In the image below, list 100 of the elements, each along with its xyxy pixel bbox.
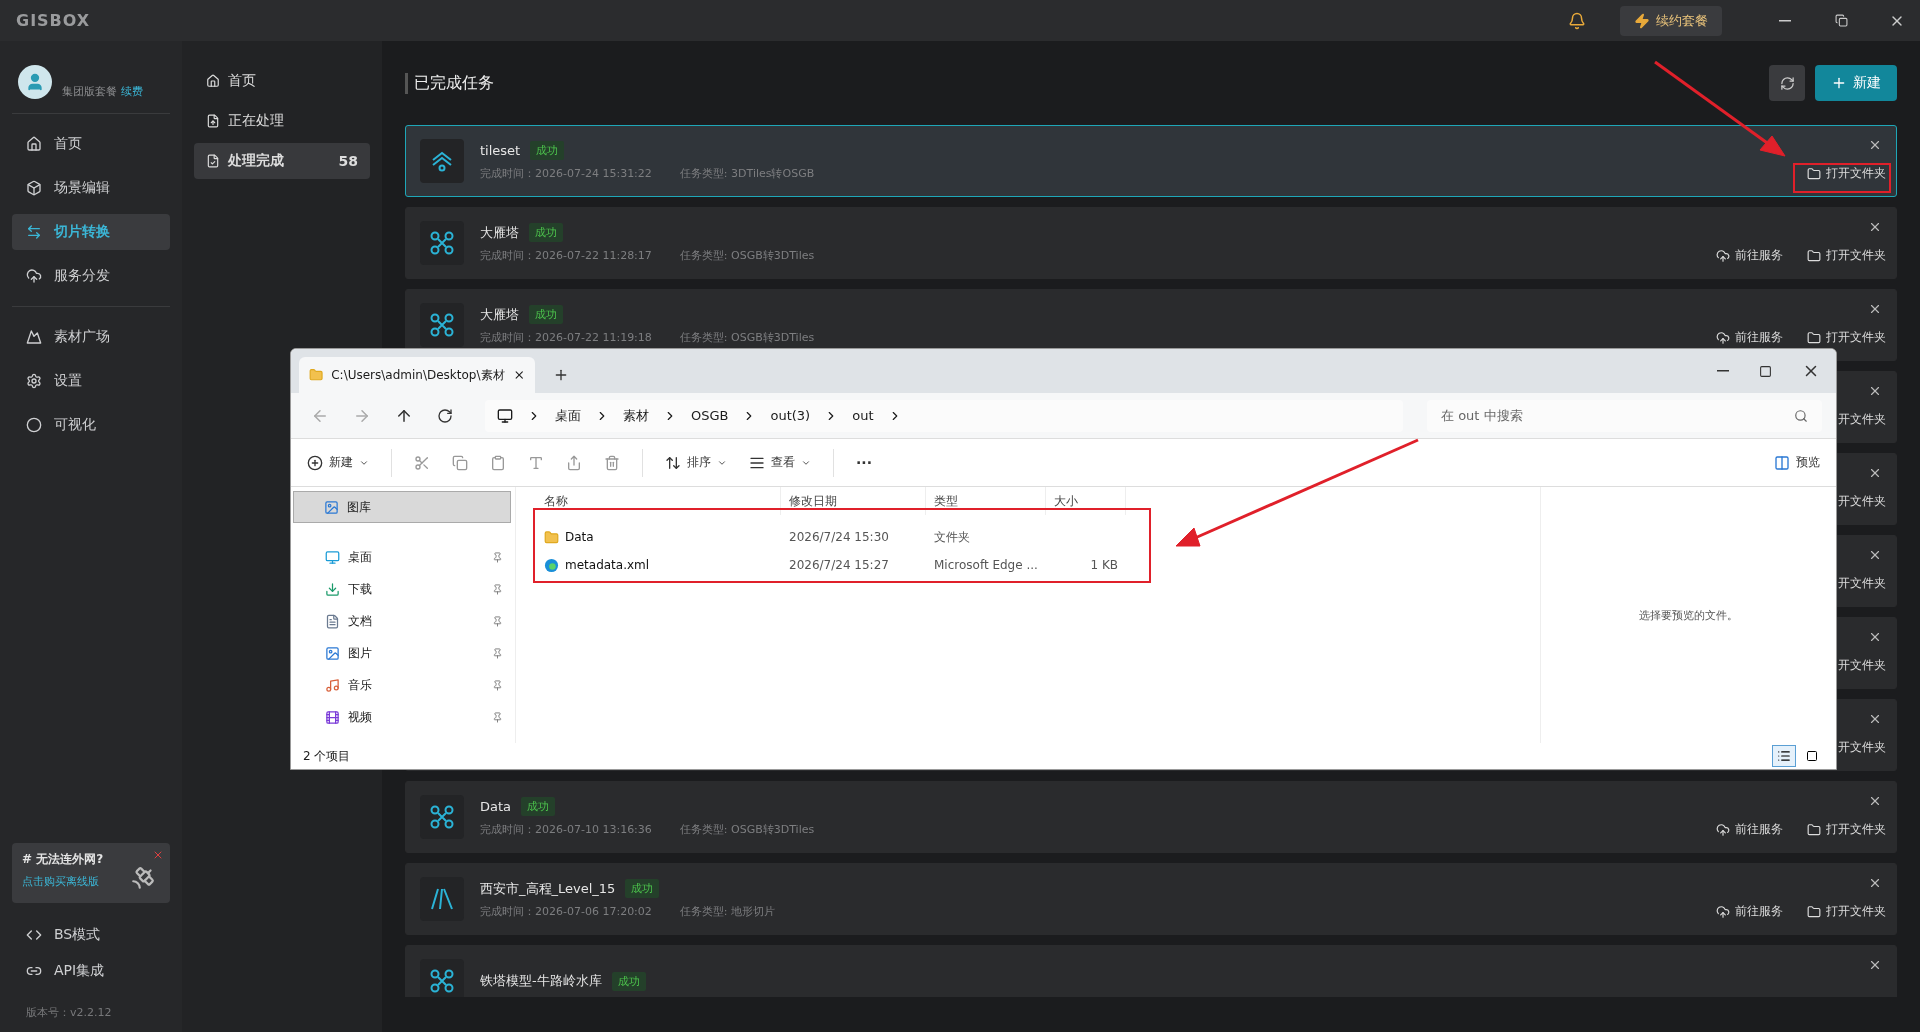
navigation-item[interactable]: 文档 <box>293 605 511 637</box>
restore-icon <box>1834 14 1848 27</box>
renew-button[interactable]: 续约套餐 <box>1620 5 1722 36</box>
nav-item[interactable]: BS模式 <box>12 917 170 953</box>
navigation-item[interactable]: 视频 <box>293 701 511 733</box>
breadcrumb-item[interactable]: out(3) <box>770 408 811 423</box>
copy-icon[interactable] <box>452 454 468 471</box>
go-to-service-button[interactable]: 前往服务 <box>1716 903 1783 920</box>
file-name[interactable]: metadata.xml <box>536 551 781 579</box>
close-button[interactable] <box>1868 384 1882 398</box>
go-to-service-button[interactable]: 前往服务 <box>1716 821 1783 838</box>
task-name: 西安市_高程_Level_15 <box>480 879 616 898</box>
folder-icon <box>544 529 559 545</box>
subnav-item[interactable]: 正在处理 <box>194 103 370 139</box>
task-card[interactable]: 铁塔模型-牛路岭水库 成功 <box>405 945 1897 997</box>
status-badge: 成功 <box>611 971 646 991</box>
search-field[interactable]: 在 out 中搜索 <box>1427 399 1822 432</box>
drone-icon <box>429 312 455 338</box>
new-button[interactable]: 新建 <box>307 454 369 471</box>
breadcrumb-item[interactable]: 桌面 <box>555 406 581 425</box>
task-type: 任务类型: 地形切片 <box>679 904 776 919</box>
file-check-icon <box>206 154 220 168</box>
circle-icon <box>26 417 42 433</box>
close-button[interactable] <box>1868 302 1882 316</box>
column-header[interactable]: 大小 <box>1046 487 1126 515</box>
version-label: 版本号：v2.2.12 <box>25 1005 113 1020</box>
close-button[interactable] <box>1868 138 1882 152</box>
close-icon <box>1868 466 1882 480</box>
open-folder-button[interactable]: 开文件夹 <box>1838 493 1886 510</box>
column-header[interactable]: 修改日期 <box>781 487 926 515</box>
open-folder-button[interactable]: 打开文件夹 <box>1807 821 1886 838</box>
open-folder-button[interactable]: 开文件夹 <box>1838 739 1886 756</box>
open-folder-button[interactable]: 打开文件夹 <box>1807 165 1886 182</box>
close-icon <box>1868 958 1882 972</box>
view-button[interactable]: 查看 <box>749 454 811 471</box>
new-tab-button[interactable] <box>553 367 569 383</box>
rename-icon[interactable] <box>528 454 544 471</box>
refresh-button[interactable] <box>437 407 453 424</box>
nav-item[interactable]: 首页 <box>12 126 170 162</box>
paste-icon[interactable] <box>490 454 506 471</box>
open-folder-button[interactable]: 开文件夹 <box>1838 575 1886 592</box>
buy-offline-link[interactable]: 点击购买离线版 <box>22 874 99 889</box>
nav-item[interactable]: 切片转换 <box>12 214 170 250</box>
details-view-button[interactable] <box>1772 745 1796 767</box>
column-header[interactable]: 类型 <box>926 487 1046 515</box>
sort-button[interactable]: 排序 <box>665 454 727 471</box>
nav-item[interactable]: 场景编辑 <box>12 170 170 206</box>
open-folder-button[interactable]: 开文件夹 <box>1838 657 1886 674</box>
close-button[interactable] <box>1868 548 1882 562</box>
go-to-service-button[interactable]: 前往服务 <box>1716 247 1783 264</box>
subnav-item[interactable]: 处理完成 58 <box>194 143 370 179</box>
subnav-item[interactable]: 首页 <box>194 63 370 99</box>
breadcrumb-item[interactable]: 素材 <box>623 406 649 425</box>
navigation-item[interactable]: 图片 <box>293 637 511 669</box>
nav-item[interactable]: API集成 <box>12 953 170 989</box>
preview-button[interactable]: 预览 <box>1774 454 1820 471</box>
open-folder-button[interactable]: 打开文件夹 <box>1807 903 1886 920</box>
task-name: 大雁塔 <box>480 305 519 324</box>
refresh-button[interactable] <box>1769 65 1805 101</box>
breadcrumb-item[interactable]: OSGB <box>691 408 729 423</box>
file-name[interactable]: Data <box>536 523 781 551</box>
column-header[interactable]: 名称 <box>536 487 781 515</box>
delete-icon[interactable] <box>604 454 620 471</box>
open-folder-button[interactable]: 开文件夹 <box>1838 411 1886 428</box>
close-button[interactable] <box>1868 712 1882 726</box>
close-button[interactable] <box>1868 466 1882 480</box>
more-button[interactable]: ··· <box>856 454 872 471</box>
close-button[interactable] <box>1868 958 1882 972</box>
open-folder-button[interactable]: 打开文件夹 <box>1807 329 1886 346</box>
renew-link[interactable]: 续费 <box>121 85 143 98</box>
nav-item[interactable]: 服务分发 <box>12 258 170 294</box>
close-button[interactable] <box>1868 220 1882 234</box>
open-folder-button[interactable]: 打开文件夹 <box>1807 247 1886 264</box>
breadcrumb-item[interactable]: out <box>852 408 874 423</box>
close-button[interactable] <box>1868 794 1882 808</box>
cube-icon <box>26 180 42 196</box>
task-card[interactable]: 西安市_高程_Level_15 成功 完成时间：2026-07-06 17:20:02 任务类型: 地形切片 前往服务 打开文件夹 <box>405 863 1897 935</box>
nav-item[interactable]: 素材广场 <box>12 319 170 355</box>
cut-icon[interactable] <box>414 454 430 471</box>
close-icon <box>1868 794 1882 808</box>
new-button[interactable]: 新建 <box>1815 65 1897 101</box>
task-card[interactable]: tileset 成功 完成时间：2026-07-24 15:31:22 任务类型: 3DTiles转OSGB 打开文件夹 <box>405 125 1897 197</box>
folder-icon <box>1807 166 1821 181</box>
nav-item[interactable]: 可视化 <box>12 407 170 443</box>
settings-icon <box>26 373 42 389</box>
bell-icon[interactable] <box>1568 11 1586 30</box>
explorer-tab[interactable]: C:\Users\admin\Desktop\素材 <box>299 357 535 393</box>
task-card[interactable]: Data 成功 完成时间：2026-07-10 13:16:36 任务类型: OSGB转3DTiles 前往服务 打开文件夹 <box>405 781 1897 853</box>
app-logo: GISBOX <box>16 11 91 30</box>
navigation-item[interactable]: 下载 <box>293 573 511 605</box>
share-icon[interactable] <box>566 454 582 471</box>
close-button[interactable] <box>1868 876 1882 890</box>
close-button[interactable] <box>1868 630 1882 644</box>
address-bar[interactable]: 桌面 素材 OSGB out(3) out <box>485 399 1403 432</box>
navigation-item[interactable]: 图库 <box>293 491 511 523</box>
navigation-item[interactable]: 桌面 <box>293 541 511 573</box>
navigation-item[interactable]: 音乐 <box>293 669 511 701</box>
go-to-service-button[interactable]: 前往服务 <box>1716 329 1783 346</box>
nav-item[interactable]: 设置 <box>12 363 170 399</box>
task-card[interactable]: 大雁塔 成功 完成时间：2026-07-22 11:28:17 任务类型: OSGB转3DTiles 前往服务 打开文件夹 <box>405 207 1897 279</box>
